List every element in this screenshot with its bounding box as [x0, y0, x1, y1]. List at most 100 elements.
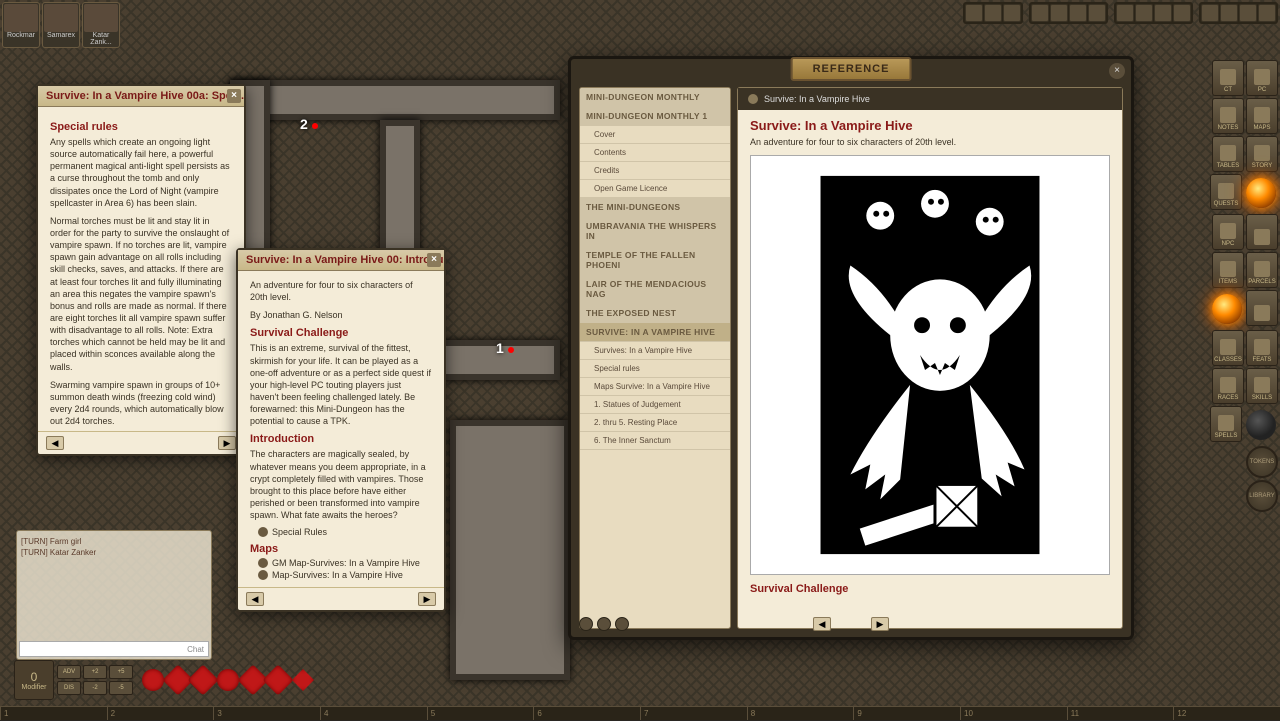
hotkey-slot[interactable]: 5 — [427, 707, 534, 720]
circle3-icon[interactable] — [1069, 4, 1087, 22]
toc-item[interactable]: Survives: In a Vampire Hive — [580, 342, 730, 360]
hotkey-slot[interactable]: 6 — [533, 707, 640, 720]
toc-item[interactable]: Survive: In a Vampire Hive — [580, 323, 730, 342]
story-panel-special-rules[interactable]: Survive: In a Vampire Hive 00a: Speci...… — [36, 84, 246, 456]
sidebar-btn[interactable] — [1246, 214, 1278, 250]
brush-icon[interactable] — [984, 4, 1002, 22]
link-map[interactable]: Map-Survives: In a Vampire Hive — [258, 570, 432, 580]
modifier-dis[interactable]: DIS — [57, 681, 81, 695]
circle2-icon[interactable] — [1050, 4, 1068, 22]
modifier-+2[interactable]: +2 — [83, 665, 107, 679]
sidebar-library[interactable]: LIBRARY — [1246, 480, 1278, 512]
sidebar-btn[interactable] — [1246, 290, 1278, 326]
toc-item[interactable]: The Mini-Dungeons — [580, 198, 730, 217]
map-pin-1[interactable]: 1 — [496, 340, 514, 356]
zoom-out-icon[interactable] — [597, 617, 611, 631]
hotkey-slot[interactable]: 10 — [960, 707, 1067, 720]
zoom-in-icon[interactable] — [579, 617, 593, 631]
close-icon[interactable]: × — [427, 253, 441, 267]
toc-item[interactable]: Special rules — [580, 360, 730, 378]
hotkey-slot[interactable]: 8 — [747, 707, 854, 720]
token-samarex[interactable]: Samarex — [42, 2, 80, 48]
tool-d-icon[interactable] — [1173, 4, 1191, 22]
circle-icon[interactable] — [1031, 4, 1049, 22]
link-map[interactable]: GM Map-Survives: In a Vampire Hive — [258, 558, 432, 568]
tool-a-icon[interactable] — [1116, 4, 1134, 22]
modifier--5[interactable]: -5 — [109, 681, 133, 695]
sidebar-notes[interactable]: NOTES — [1212, 98, 1244, 134]
toc-item[interactable]: Mini-Dungeon Monthly — [580, 88, 730, 107]
tool-g-icon[interactable] — [1239, 4, 1257, 22]
light-orb-icon[interactable] — [1212, 294, 1242, 324]
dark-orb-icon[interactable] — [1246, 410, 1276, 440]
toc-item[interactable]: 1. Statues of Judgement — [580, 396, 730, 414]
sidebar-tables[interactable]: TABLES — [1212, 136, 1244, 172]
hotkey-slot[interactable]: 7 — [640, 707, 747, 720]
d8-icon[interactable] — [187, 664, 218, 695]
next-button[interactable]: ▶ — [418, 592, 436, 606]
toc-item[interactable]: Lair of the Mendacious Nag — [580, 275, 730, 304]
sidebar-npc[interactable]: NPC — [1212, 214, 1244, 250]
toc-item[interactable]: Umbravania The Whispers In — [580, 217, 730, 246]
prev-button[interactable]: ◀ — [813, 617, 831, 631]
modifier-adv[interactable]: ADV — [57, 665, 81, 679]
tool-c-icon[interactable] — [1154, 4, 1172, 22]
reference-toc[interactable]: Mini-Dungeon MonthlyMini-Dungeon Monthly… — [579, 87, 731, 629]
next-button[interactable]: ▶ — [871, 617, 889, 631]
close-icon[interactable] — [1088, 4, 1106, 22]
hotkey-slot[interactable]: 9 — [853, 707, 960, 720]
ref-zoom-controls[interactable] — [579, 617, 629, 631]
sidebar-skills[interactable]: SKILLS — [1246, 368, 1278, 404]
toc-item[interactable]: 2. thru 5. Resting Place — [580, 414, 730, 432]
link-special-rules[interactable]: Special Rules — [258, 527, 432, 537]
sidebar-ct[interactable]: CT — [1212, 60, 1244, 96]
tool-b-icon[interactable] — [1135, 4, 1153, 22]
story-panel-introduction[interactable]: Survive: In a Vampire Hive 00: Introdu..… — [236, 248, 446, 612]
sidebar-tokens[interactable]: TOKENS — [1246, 446, 1278, 478]
hotkey-slot[interactable]: 11 — [1067, 707, 1174, 720]
sidebar-spells[interactable]: SPELLS — [1210, 406, 1242, 442]
close-icon[interactable]: × — [1109, 63, 1125, 79]
toc-item[interactable]: Cover — [580, 126, 730, 144]
hotkey-ruler[interactable]: 123456789101112 — [0, 706, 1280, 720]
sidebar-maps[interactable]: MAPS — [1246, 98, 1278, 134]
sidebar-story[interactable]: STORY — [1246, 136, 1278, 172]
toc-item[interactable]: Maps Survive: In a Vampire Hive — [580, 378, 730, 396]
toc-item[interactable]: Open Game Licence — [580, 180, 730, 198]
reference-window[interactable]: REFERENCE × Mini-Dungeon MonthlyMini-Dun… — [568, 56, 1134, 640]
modifier--2[interactable]: -2 — [83, 681, 107, 695]
toc-item[interactable]: Temple of the Fallen Phoeni — [580, 246, 730, 275]
toc-item[interactable]: Credits — [580, 162, 730, 180]
toc-item[interactable]: Contents — [580, 144, 730, 162]
tool-e-icon[interactable] — [1201, 4, 1219, 22]
d100-icon[interactable] — [292, 669, 314, 691]
zoom-reset-icon[interactable] — [615, 617, 629, 631]
toc-item[interactable]: The Exposed Nest — [580, 304, 730, 323]
hotkey-slot[interactable]: 1 — [0, 707, 107, 720]
modifier-+5[interactable]: +5 — [109, 665, 133, 679]
d10-icon[interactable] — [217, 669, 239, 691]
token-katar[interactable]: Katar Zank... — [82, 2, 120, 48]
light-orb-icon[interactable] — [1246, 178, 1276, 208]
hotkey-slot[interactable]: 3 — [213, 707, 320, 720]
sidebar-parcels[interactable]: PARCELS — [1246, 252, 1278, 288]
next-button[interactable]: ▶ — [218, 436, 236, 450]
sidebar-classes[interactable]: CLASSES — [1212, 330, 1244, 366]
close-icon[interactable]: × — [227, 89, 241, 103]
d4-icon[interactable] — [142, 669, 164, 691]
tool-f-icon[interactable] — [1220, 4, 1238, 22]
sidebar-races[interactable]: RACES — [1212, 368, 1244, 404]
hotkey-slot[interactable]: 4 — [320, 707, 427, 720]
modifier-slot[interactable]: 0Modifier — [14, 660, 54, 700]
d20-icon[interactable] — [262, 664, 293, 695]
chat-panel[interactable]: [TURN] Farm girl [TURN] Katar Zanker Cha… — [16, 530, 212, 660]
prev-button[interactable]: ◀ — [46, 436, 64, 450]
chat-input[interactable]: Chat — [19, 641, 209, 657]
sidebar-quests[interactable]: QUESTS — [1210, 174, 1242, 210]
hotkey-slot[interactable]: 2 — [107, 707, 214, 720]
mask-icon[interactable] — [965, 4, 983, 22]
color-icon[interactable] — [1003, 4, 1021, 22]
toc-item[interactable]: Mini-Dungeon Monthly 1 — [580, 107, 730, 126]
tool-h-icon[interactable] — [1258, 4, 1276, 22]
toc-item[interactable]: 6. The Inner Sanctum — [580, 432, 730, 450]
